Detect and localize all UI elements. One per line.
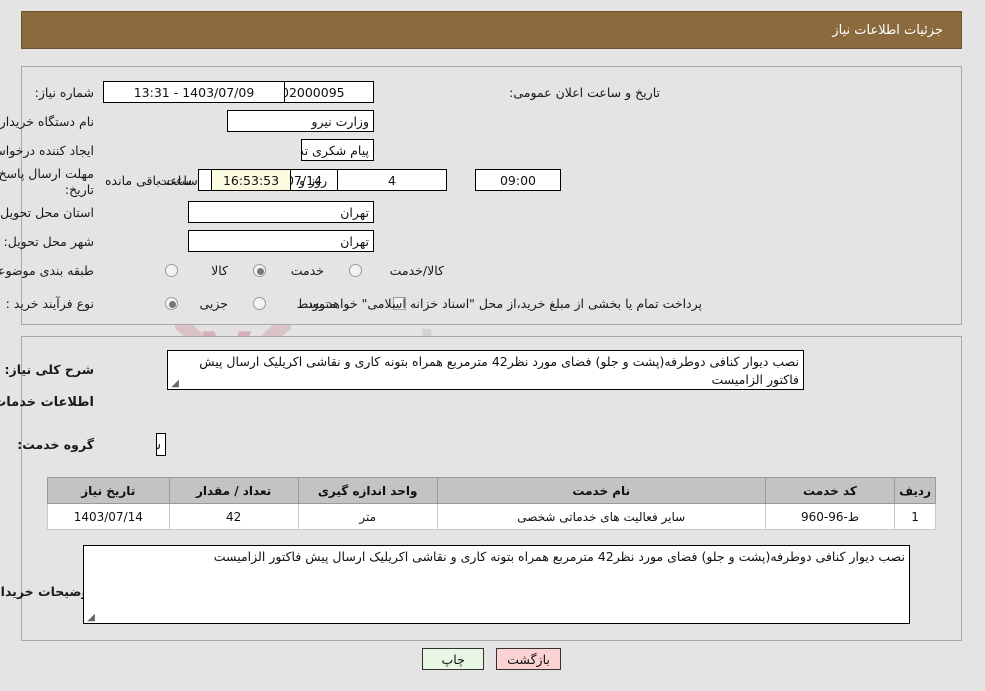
buyer-notes-text: نصب دیوار کنافی دوطرفه(پشت و جلو) فضای م… xyxy=(214,549,906,564)
footer-button-bar: بازگشت چاپ xyxy=(0,648,985,670)
requester-label: ایجاد کننده درخواست: xyxy=(0,143,95,158)
province-field[interactable]: تهران xyxy=(189,201,375,223)
radio-process-jozei[interactable] xyxy=(166,297,179,310)
table-row[interactable]: 1 ط-96-960 سایر فعالیت های خدماتی شخصی م… xyxy=(48,503,937,530)
service-group-field[interactable]: سایر فعالیت‌های خدماتی xyxy=(157,433,167,456)
need-number-label: شماره نیاز: xyxy=(35,85,95,100)
category-label: طبقه بندی موضوعی: xyxy=(0,263,95,278)
col-index: ردیف xyxy=(895,477,937,504)
radio-process-jozei-label: جزیی xyxy=(200,296,229,311)
table-header-row: ردیف کد خدمت نام خدمت واحد اندازه گیری ت… xyxy=(48,477,937,504)
service-group-label: گروه خدمت: xyxy=(18,437,95,452)
cell-code: ط-96-960 xyxy=(765,503,897,530)
col-date: تاریخ نیاز xyxy=(48,477,171,504)
buyer-notes-label: توضیحات خریدار: xyxy=(0,584,95,599)
remaining-countdown-field: 16:53:53 xyxy=(212,169,292,191)
summary-text: نصب دیوار کنافی دوطرفه(پشت و جلو) فضای م… xyxy=(200,354,800,387)
announce-datetime-label: تاریخ و ساعت اعلان عمومی: xyxy=(510,85,661,100)
cell-index: 1 xyxy=(895,503,937,530)
services-heading: اطلاعات خدمات مورد نیاز xyxy=(0,395,95,410)
page-title-bar: جزئیات اطلاعات نیاز xyxy=(22,11,963,49)
radio-category-kala-khedmat[interactable] xyxy=(350,264,363,277)
radio-category-khedmat-label: خدمت xyxy=(291,263,325,278)
services-table: ردیف کد خدمت نام خدمت واحد اندازه گیری ت… xyxy=(48,477,937,530)
treasury-bond-label: پرداخت تمام یا بخشی از مبلغ خرید،از محل … xyxy=(304,296,703,311)
col-quantity: تعداد / مقدار xyxy=(169,477,300,504)
need-info-panel xyxy=(22,66,963,325)
radio-category-kala-label: کالا xyxy=(212,263,229,278)
remaining-days-field[interactable]: 4 xyxy=(338,169,448,191)
cell-quantity: 42 xyxy=(169,503,300,530)
summary-label: شرح کلی نیاز: xyxy=(5,362,95,377)
page-title: جزئیات اطلاعات نیاز xyxy=(833,22,944,38)
back-button[interactable]: بازگشت xyxy=(497,648,562,670)
col-unit: واحد اندازه گیری xyxy=(298,477,439,504)
cell-date: 1403/07/14 xyxy=(48,503,171,530)
city-field[interactable]: تهران xyxy=(189,230,375,252)
resize-grip-icon[interactable]: ◢ xyxy=(87,613,96,623)
page-root: V AriaTender .net جزئیات اطلاعات نیاز شم… xyxy=(0,0,985,691)
requester-field[interactable]: پیام شکری تدارکات وزارت نیرو xyxy=(302,139,375,161)
remaining-hours-label: ساعت باقی مانده xyxy=(106,173,199,188)
city-label: شهر محل تحویل: xyxy=(4,234,95,249)
cell-unit: متر xyxy=(298,503,439,530)
summary-textarea[interactable]: نصب دیوار کنافی دوطرفه(پشت و جلو) فضای م… xyxy=(168,350,805,390)
col-code: کد خدمت xyxy=(765,477,897,504)
deadline-hour-field[interactable]: 09:00 xyxy=(476,169,562,191)
col-name: نام خدمت xyxy=(437,477,767,504)
cell-name: سایر فعالیت های خدماتی شخصی xyxy=(437,503,767,530)
announce-datetime-field[interactable]: 1403/07/09 - 13:31 xyxy=(104,81,286,103)
radio-category-kala-khedmat-label: کالا/خدمت xyxy=(390,263,445,278)
radio-category-kala[interactable] xyxy=(166,264,179,277)
radio-process-motavaset[interactable] xyxy=(254,297,267,310)
radio-category-khedmat[interactable] xyxy=(254,264,267,277)
process-label: نوع فرآیند خرید : xyxy=(6,296,95,311)
deadline-label-line2: تاریخ: xyxy=(65,182,95,197)
province-label: استان محل تحویل: xyxy=(0,205,95,220)
print-button[interactable]: چاپ xyxy=(423,648,486,670)
buyer-org-field[interactable]: وزارت نیرو xyxy=(228,110,375,132)
resize-grip-icon[interactable]: ◢ xyxy=(171,379,180,389)
buyer-notes-textarea[interactable]: نصب دیوار کنافی دوطرفه(پشت و جلو) فضای م… xyxy=(84,545,911,624)
deadline-label-line1: مهلت ارسال پاسخ: تا xyxy=(0,166,95,181)
remaining-days-label: روز و xyxy=(300,173,329,188)
buyer-org-label: نام دستگاه خریدار: xyxy=(0,114,95,129)
